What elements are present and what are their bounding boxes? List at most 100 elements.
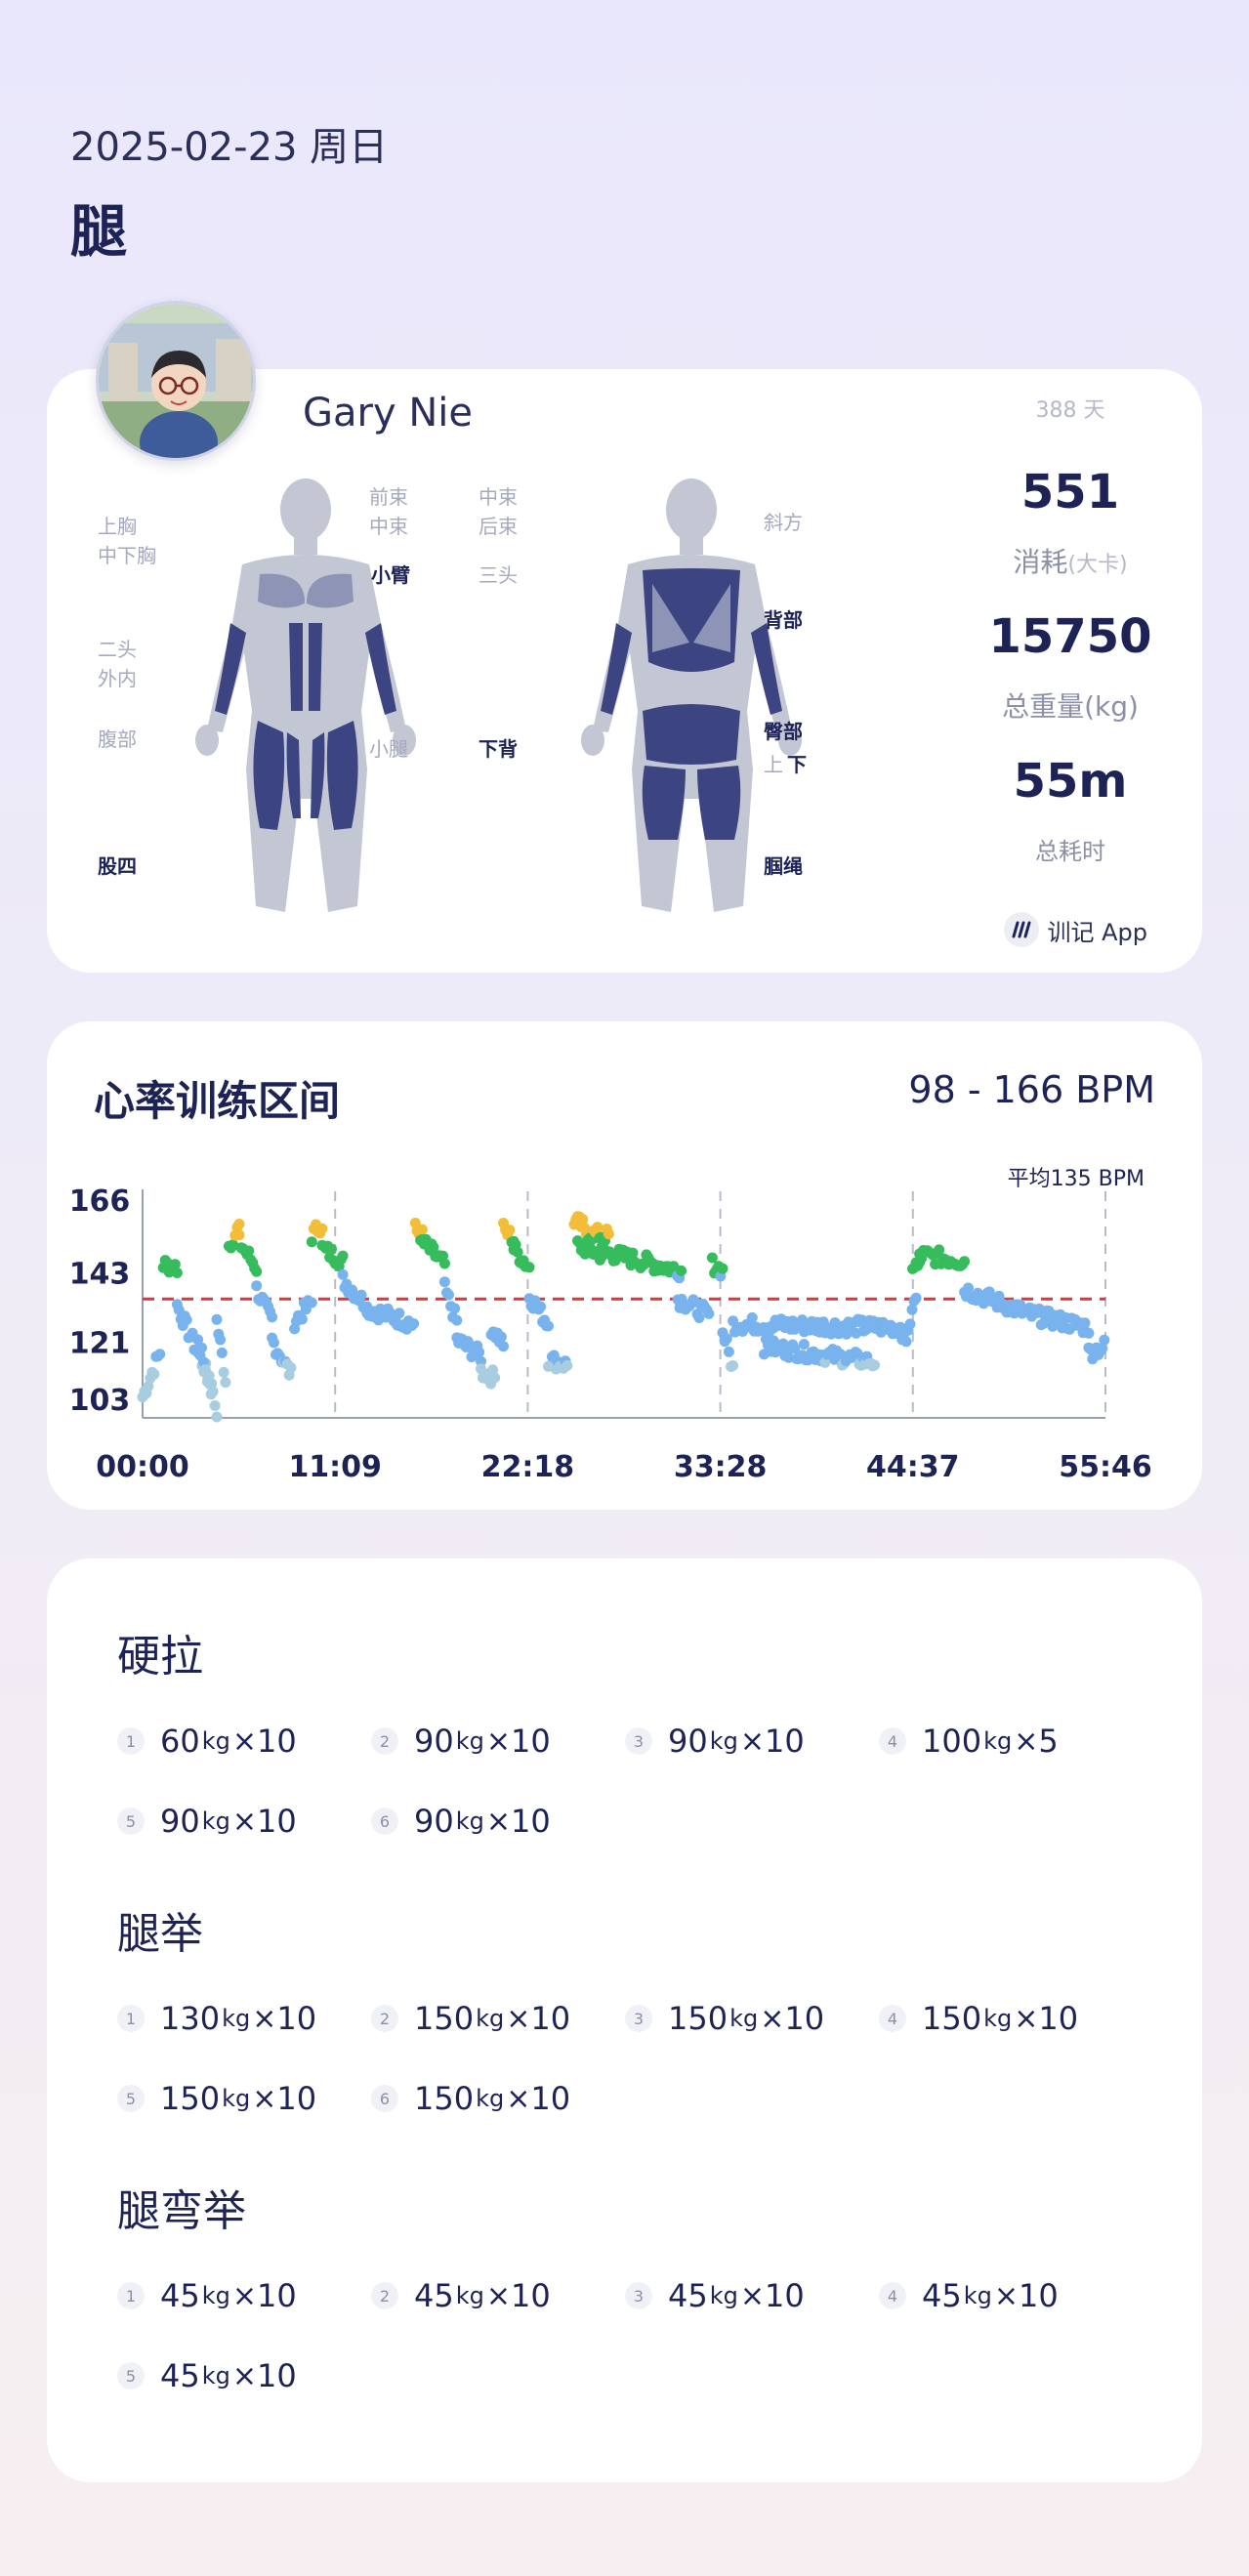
set-weight: 150 [160,2080,221,2117]
set-unit: kg [222,2085,251,2112]
set-weight: 60 [160,1723,200,1760]
hr-point [723,1346,734,1357]
hr-point [474,1347,485,1358]
hr-point [746,1311,758,1323]
exercise-name: 硬拉 [117,1632,203,1682]
hr-point [203,1370,215,1382]
set-item[interactable]: 3 90 kg × 10 [625,1701,879,1781]
set-number-badge: 2 [371,2005,398,2032]
set-unit: kg [983,2005,1013,2032]
set-reps: 10 [257,2277,297,2314]
label-traps: 斜方 [764,511,803,534]
set-item[interactable]: 1 130 kg × 10 [117,1978,371,2058]
exercise-name: 腿举 [117,1909,203,1959]
set-item[interactable]: 4 100 kg × 5 [879,1701,1133,1781]
set-item[interactable]: 6 90 kg × 10 [371,1781,625,1861]
hr-point [703,1308,715,1319]
set-number-badge: 1 [117,1727,145,1755]
exercise-block[interactable]: 硬拉 1 60 kg × 10 2 90 kg × 10 3 90 kg × 10 4 100 kg × 5 5 90 kg ×… [117,1621,1152,1861]
set-number-badge: 4 [879,2005,906,2032]
hr-point [717,1263,729,1274]
brand-tag[interactable]: 训记 App [1004,912,1147,947]
exercise-block[interactable]: 腿弯举 1 45 kg × 10 2 45 kg × 10 3 45 kg × 10 4 45 kg × 10 5 45 kg… [117,2176,1152,2416]
label-abs: 腹部 [98,727,137,751]
label-forearm: 小臂 [371,563,410,587]
hr-point [296,1313,308,1325]
set-reps: 10 [530,2000,571,2037]
set-weight: 90 [668,1723,708,1760]
set-unit: kg [455,1807,484,1835]
hr-point [181,1314,192,1326]
set-item[interactable]: 3 150 kg × 10 [625,1978,879,2058]
set-item[interactable]: 5 150 kg × 10 [117,2058,371,2139]
set-weight: 45 [668,2277,708,2314]
hr-point [220,1377,231,1389]
hr-point [316,1223,328,1234]
set-unit: kg [729,2005,759,2032]
set-item[interactable]: 5 45 kg × 10 [117,2336,371,2416]
heart-rate-chart: 00:00 11:09 22:18 33:28 44:37 55:46 166 143 121 1… [69,1167,1152,1484]
set-number-badge: 3 [625,2282,652,2309]
label-upper-chest: 上胸 [98,515,137,538]
hr-point [216,1347,228,1358]
set-item[interactable]: 5 90 kg × 10 [117,1781,371,1861]
label-quads: 股四 [98,854,137,878]
hr-point [1099,1334,1110,1346]
hr-point [251,1266,263,1277]
exercise-block[interactable]: 腿举 1 130 kg × 10 2 150 kg × 10 3 150 kg × 10 4 150 kg × 10 5 1… [117,1898,1152,2139]
set-times: × [993,2278,1019,2313]
y-tick-label: 103 [69,1384,131,1418]
hr-point [438,1258,450,1269]
hr-point [337,1268,349,1280]
set-times: × [231,1724,257,1759]
set-reps: 10 [257,1723,297,1760]
heart-rate-card: 心率训练区间 98 - 166 BPM 00:00 11:09 22:18 33:28… [47,1021,1202,1510]
hr-point [523,1262,535,1273]
label-biceps: 二头 [98,638,137,661]
set-times: × [231,1804,257,1839]
hr-point [592,1222,604,1233]
set-list: 1 45 kg × 10 2 45 kg × 10 3 45 kg × 10 4 45 kg × 10 5 45 kg × 10 [117,2256,1152,2416]
brand-name: 训记 App [1047,918,1147,946]
set-item[interactable]: 4 150 kg × 10 [879,1978,1133,2058]
set-item[interactable]: 2 45 kg × 10 [371,2256,625,2336]
set-number-badge: 6 [371,1807,398,1835]
set-item[interactable]: 6 150 kg × 10 [371,2058,625,2139]
hr-point [209,1400,221,1411]
hr-point [535,1301,547,1312]
hr-point [326,1243,337,1255]
hr-point [869,1359,881,1371]
hr-point [171,1267,183,1278]
label-glutes: 臀部 [764,720,803,743]
label-triceps: 三头 [479,563,518,587]
y-tick-label: 143 [69,1257,131,1291]
label-mid-lower-chest: 中下胸 [98,544,156,567]
hr-point [451,1314,463,1326]
set-number-badge: 3 [625,2005,652,2032]
hr-point [355,1289,367,1301]
hr-point [676,1265,687,1276]
set-item[interactable]: 3 45 kg × 10 [625,2256,879,2336]
set-item[interactable]: 1 60 kg × 10 [117,1701,371,1781]
set-item[interactable]: 4 45 kg × 10 [879,2256,1133,2336]
set-times: × [739,1724,765,1759]
hr-point [243,1245,255,1257]
set-item[interactable]: 1 45 kg × 10 [117,2256,371,2336]
set-times: × [231,2358,257,2393]
set-weight: 90 [414,1723,454,1760]
hr-point [416,1224,428,1235]
set-unit: kg [709,2282,738,2309]
hr-point [543,1320,554,1332]
date-label: 2025-02-23 周日 [70,125,389,170]
set-item[interactable]: 2 90 kg × 10 [371,1701,625,1781]
user-name: Gary Nie [303,391,473,436]
set-unit: kg [455,2282,484,2309]
avatar[interactable] [96,301,256,461]
hr-point [498,1341,509,1352]
app-logo-icon [1004,912,1040,947]
set-weight: 150 [414,2000,475,2037]
calories-label: 消耗(大卡) [1013,546,1128,578]
set-item[interactable]: 2 150 kg × 10 [371,1978,625,2058]
hr-point [408,1318,420,1329]
set-reps: 10 [765,1723,805,1760]
